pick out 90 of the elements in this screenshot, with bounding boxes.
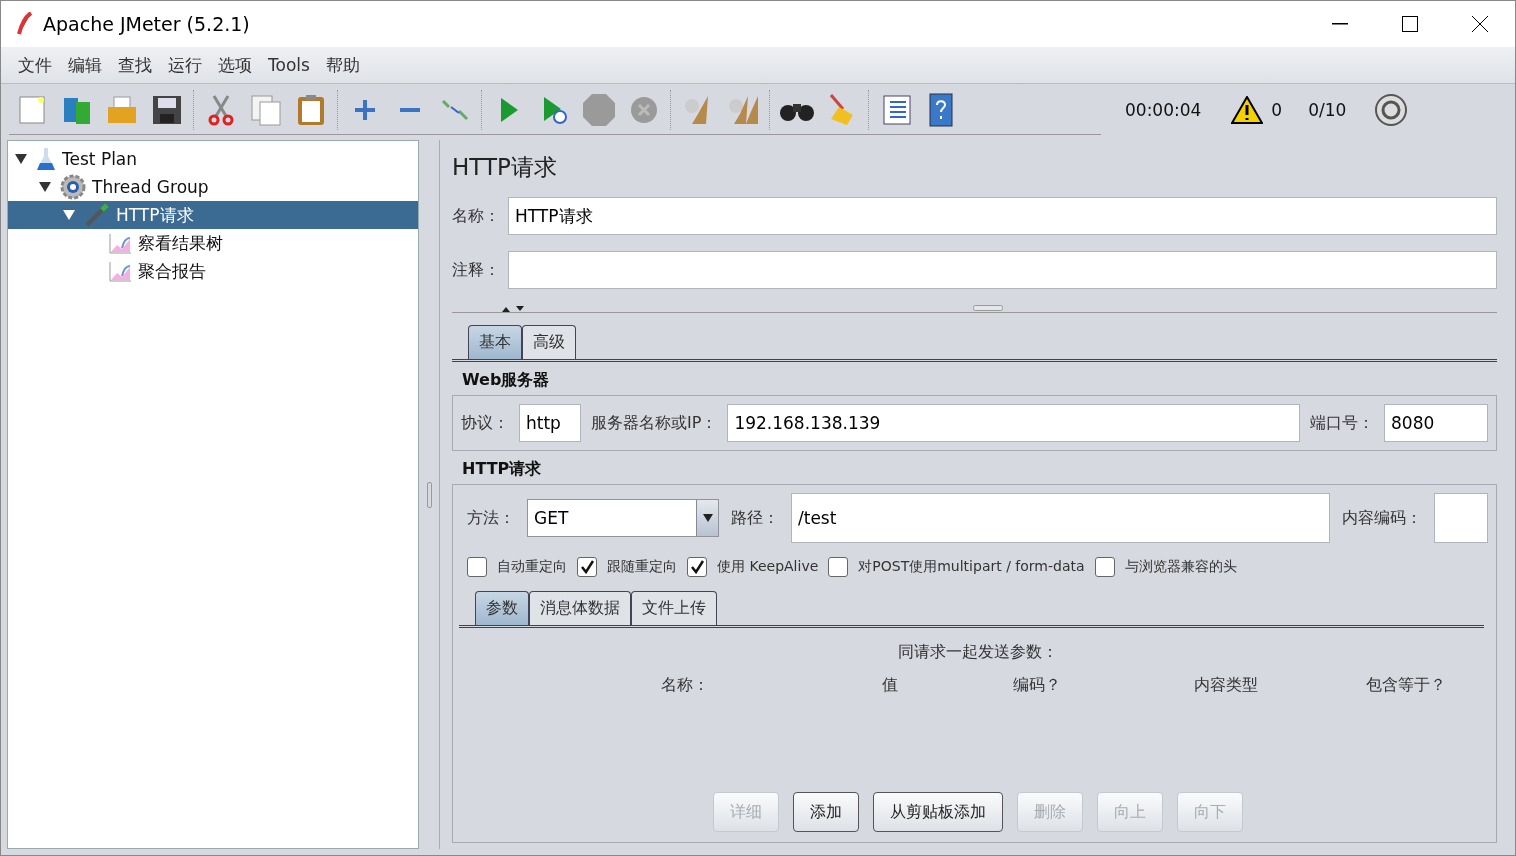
tree-row[interactable]: Thread Group bbox=[8, 173, 418, 201]
comment-label: 注释： bbox=[452, 259, 500, 281]
save-icon bbox=[151, 94, 182, 125]
expand-toggle-icon[interactable] bbox=[62, 208, 76, 222]
comment-field[interactable] bbox=[508, 251, 1497, 289]
help-book-icon bbox=[927, 92, 954, 127]
tab[interactable]: 消息体数据 bbox=[529, 591, 631, 625]
action-button[interactable]: 从剪贴板添加 bbox=[872, 792, 1003, 832]
tab[interactable]: 高级 bbox=[522, 325, 576, 359]
port-label: 端口号： bbox=[1310, 412, 1374, 434]
plus-icon bbox=[352, 97, 377, 122]
tab[interactable]: 基本 bbox=[468, 325, 522, 359]
path-field[interactable]: /test bbox=[791, 493, 1330, 543]
encoding-field[interactable] bbox=[1434, 493, 1488, 543]
elapsed-time: 00:00:04 bbox=[1125, 100, 1202, 120]
tree-label[interactable]: 聚合报告 bbox=[138, 259, 206, 283]
tab[interactable]: 文件上传 bbox=[631, 591, 717, 625]
column-header: 内容类型 bbox=[1192, 675, 1259, 696]
checkbox-label: 自动重定向 bbox=[497, 558, 567, 576]
checkbox[interactable] bbox=[1094, 557, 1115, 577]
name-field[interactable]: HTTP请求 bbox=[508, 197, 1497, 235]
section-title: HTTP请求 bbox=[462, 459, 543, 480]
checkbox[interactable] bbox=[828, 557, 849, 577]
tree-label[interactable]: Test Plan bbox=[62, 149, 138, 169]
method-label: 方法： bbox=[467, 507, 515, 529]
minimize-icon bbox=[1332, 23, 1348, 25]
chart-icon bbox=[108, 260, 132, 282]
action-button[interactable]: 添加 bbox=[792, 792, 859, 832]
close-icon bbox=[1472, 16, 1488, 32]
new-file-icon bbox=[17, 94, 46, 125]
menu-item[interactable]: 查找 bbox=[111, 53, 159, 77]
clipboard-icon bbox=[295, 93, 326, 126]
divider-grip-icon[interactable] bbox=[972, 305, 1003, 311]
tree-label[interactable]: HTTP请求 bbox=[116, 203, 194, 227]
panel-title: HTTP请求 bbox=[452, 153, 558, 182]
checkbox-label: 跟随重定向 bbox=[607, 558, 677, 576]
menu-item[interactable]: 选项 bbox=[211, 53, 259, 77]
menu-item[interactable]: 编辑 bbox=[61, 53, 109, 77]
collapse-arrows-icon[interactable] bbox=[500, 305, 526, 313]
name-label: 名称： bbox=[452, 205, 500, 227]
server-label: 服务器名称或IP： bbox=[591, 412, 718, 434]
window-title: Apache JMeter (5.2.1) bbox=[43, 13, 251, 35]
chart-icon bbox=[108, 232, 132, 254]
tree-label[interactable]: Thread Group bbox=[92, 177, 209, 197]
column-header: 编码？ bbox=[1012, 675, 1063, 696]
checkbox-label: 对POST使用multipart / form-data bbox=[858, 558, 1085, 576]
protocol-field[interactable]: http bbox=[519, 404, 581, 442]
column-header: 名称： bbox=[659, 675, 710, 696]
maximize-icon bbox=[1402, 16, 1418, 32]
port-field[interactable]: 8080 bbox=[1384, 404, 1488, 442]
warning-icon bbox=[1231, 96, 1264, 124]
tree-row[interactable]: Test Plan bbox=[8, 145, 418, 173]
table-caption: 同请求一起发送参数： bbox=[896, 642, 1059, 663]
gear-icon bbox=[60, 174, 86, 200]
checkbox-label: 使用 KeepAlive bbox=[717, 558, 819, 576]
checkbox[interactable] bbox=[577, 557, 597, 577]
pipette-icon bbox=[84, 203, 110, 227]
path-label: 路径： bbox=[731, 507, 779, 529]
copy-icon bbox=[249, 93, 282, 126]
tree-label[interactable]: 察看结果树 bbox=[138, 231, 223, 255]
encoding-label: 内容编码： bbox=[1342, 507, 1422, 529]
menu-item[interactable]: Tools bbox=[261, 55, 317, 75]
expand-toggle-icon[interactable] bbox=[14, 152, 28, 166]
feather-icon bbox=[17, 12, 33, 36]
menu-item[interactable]: 文件 bbox=[11, 53, 59, 77]
checkbox[interactable] bbox=[687, 557, 707, 577]
flask-icon bbox=[36, 147, 56, 171]
expand-toggle-icon[interactable] bbox=[38, 180, 52, 194]
stop-icon bbox=[581, 92, 616, 127]
shutdown-icon bbox=[628, 94, 659, 125]
tree-row[interactable]: HTTP请求 bbox=[8, 201, 418, 229]
column-header: 包含等于？ bbox=[1365, 675, 1447, 696]
menu-item[interactable]: 帮助 bbox=[318, 53, 367, 77]
section-title: Web服务器 bbox=[462, 370, 551, 391]
protocol-label: 协议： bbox=[461, 412, 509, 434]
tree-row[interactable]: 聚合报告 bbox=[8, 257, 418, 285]
menu-item[interactable]: 运行 bbox=[161, 53, 209, 77]
server-field[interactable]: 192.168.138.139 bbox=[727, 404, 1300, 442]
warning-count: 0 bbox=[1271, 100, 1283, 120]
checkbox[interactable] bbox=[467, 557, 487, 577]
splitter-handle[interactable] bbox=[426, 481, 432, 508]
column-header: 值 bbox=[880, 675, 899, 696]
checkbox-label: 与浏览器兼容的头 bbox=[1124, 558, 1237, 576]
tree-row[interactable]: 察看结果树 bbox=[8, 229, 418, 257]
remote-status-icon bbox=[1374, 93, 1409, 127]
method-dropdown[interactable]: GET bbox=[527, 499, 719, 537]
tab[interactable]: 参数 bbox=[475, 591, 529, 625]
minus-icon bbox=[398, 106, 421, 113]
thread-count: 0/10 bbox=[1308, 100, 1347, 120]
open-folder-icon bbox=[105, 94, 138, 125]
